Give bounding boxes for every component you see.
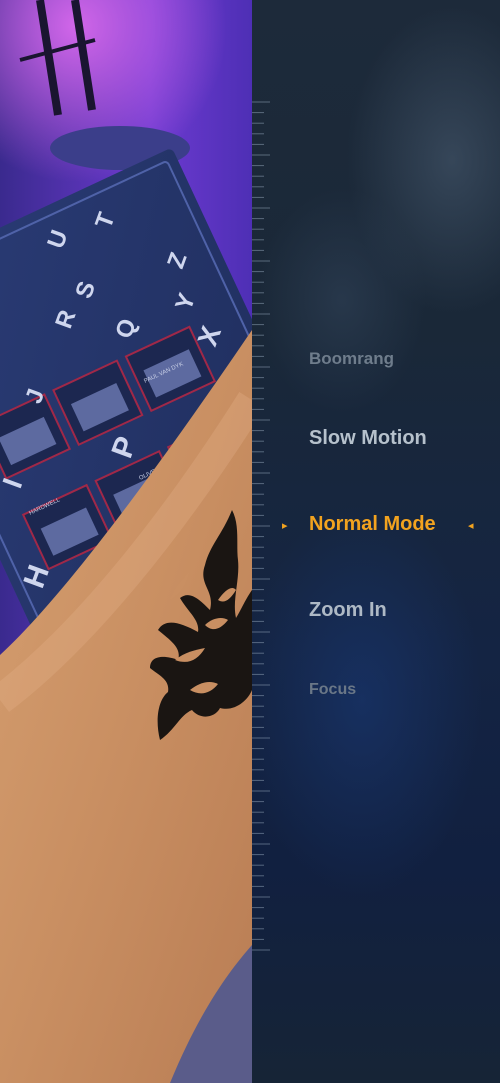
mode-boomrang[interactable]: Boomrang xyxy=(309,349,394,369)
camera-mode-screen: T U Z S R Q X Y I J P H HARDWELL OLIVER … xyxy=(0,0,500,1083)
mode-selector-panel[interactable]: ▸ ◂ Boomrang Slow Motion Normal Mode Zoo… xyxy=(252,0,500,1083)
camera-scene-image: T U Z S R Q X Y I J P H HARDWELL OLIVER … xyxy=(0,0,252,1083)
mode-slow-motion[interactable]: Slow Motion xyxy=(309,427,427,450)
mode-normal-selected[interactable]: Normal Mode xyxy=(309,513,436,536)
mode-focus[interactable]: Focus xyxy=(309,681,356,699)
selected-marker-right-icon: ◂ xyxy=(468,519,474,532)
selected-marker-left-icon: ▸ xyxy=(282,519,288,532)
scroll-ruler[interactable] xyxy=(252,0,276,1083)
camera-preview: T U Z S R Q X Y I J P H HARDWELL OLIVER … xyxy=(0,0,252,1083)
mode-zoom-in[interactable]: Zoom In xyxy=(309,599,387,622)
